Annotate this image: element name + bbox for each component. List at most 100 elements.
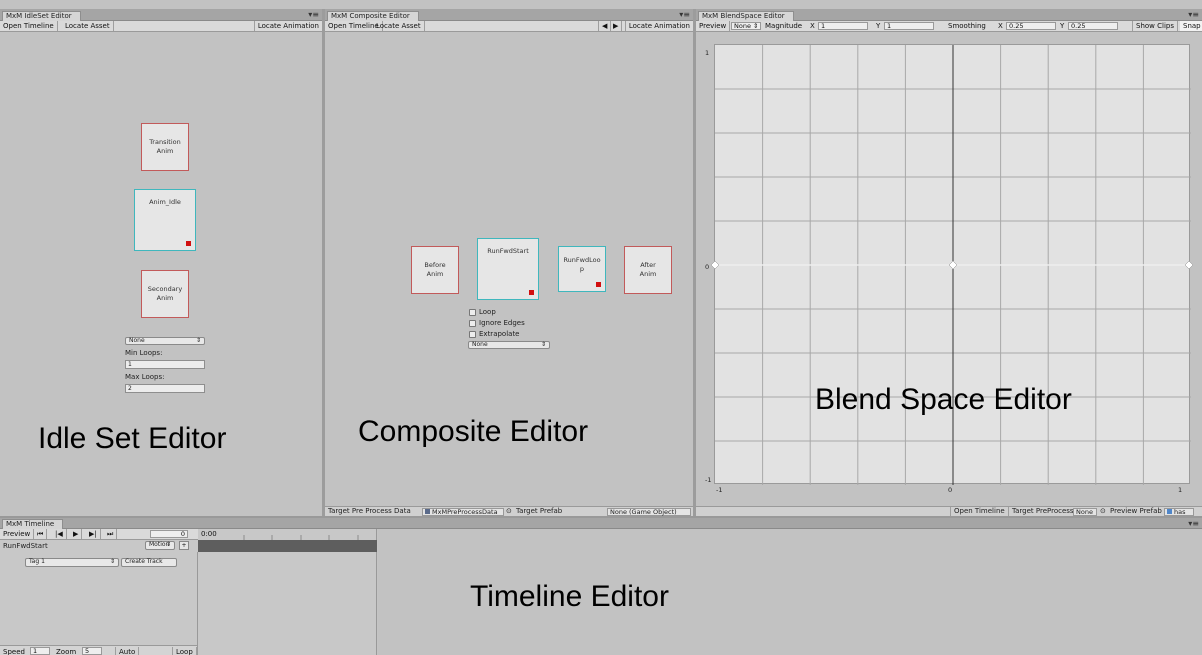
before-anim-node[interactable]: Before Anim	[411, 246, 459, 294]
asset-icon	[425, 509, 430, 514]
target-preprocess-field[interactable]: None	[1073, 508, 1097, 516]
anim-idle-node[interactable]: Anim_Idle	[134, 189, 196, 251]
panel-menu-icon[interactable]: ▾≡	[1188, 519, 1199, 529]
transition-anim-node[interactable]: Transition Anim	[141, 123, 189, 171]
target-preprocess-label: Target PreProcess	[1008, 507, 1074, 516]
after-anim-node[interactable]: After Anim	[624, 246, 672, 294]
locate-asset-button[interactable]: Locate Asset	[62, 21, 114, 31]
smoothing-label: Smoothing	[948, 22, 986, 30]
preview-button[interactable]: Preview	[0, 529, 35, 539]
loop-label: Loop	[479, 308, 496, 316]
magnitude-y-label: Y	[876, 22, 881, 30]
track-divider	[197, 552, 198, 655]
preview-dropdown[interactable]: None ⇕	[731, 22, 761, 30]
timeline-tab[interactable]: MxM Timeline	[2, 519, 64, 529]
loop-button[interactable]: Loop	[172, 647, 197, 655]
locate-asset-button[interactable]: Locate Asset	[373, 21, 425, 31]
frame-input[interactable]: 0	[150, 530, 188, 538]
secondary-anim-node[interactable]: Secondary Anim	[141, 270, 189, 318]
composite-tabbar: MxM Composite Editor ▾≡	[325, 9, 693, 21]
output-port-icon[interactable]	[186, 241, 191, 246]
idle-type-dropdown[interactable]: None ⇕	[125, 337, 205, 345]
timeline-editor-panel: MxM Timeline ▾≡ Preview ⏮ |◀ ▶ ▶| ⏭ 0 0:…	[0, 518, 1202, 655]
composite-type-dropdown[interactable]: None ⇕	[468, 341, 550, 349]
auto-button[interactable]: Auto	[115, 647, 140, 655]
blend-space-grid[interactable]	[710, 44, 1194, 485]
y-axis-top-label: 1	[705, 49, 710, 57]
target-prefab-field[interactable]: None (Game Object)	[607, 508, 691, 516]
dropdown-arrow-icon: ⇕	[540, 341, 546, 348]
locate-animation-button[interactable]: Locate Animation	[253, 21, 322, 31]
blend-point-center[interactable]	[948, 260, 958, 270]
max-loops-input[interactable]: 2	[125, 384, 205, 393]
run-fwd-start-node[interactable]: RunFwdStart	[477, 238, 539, 300]
smoothing-x-input[interactable]: 0.25	[1006, 22, 1056, 30]
dropdown-arrow-icon: ⇕	[753, 22, 759, 30]
tag-dropdown[interactable]: Tag 1 ⇕	[25, 558, 119, 567]
blend-space-editor-tab[interactable]: MxM BlendSpace Editor	[698, 11, 794, 21]
motion-dropdown[interactable]: Motion ⇕	[145, 541, 175, 550]
output-port-icon[interactable]	[529, 290, 534, 295]
idle-tabbar: MxM IdleSet Editor ▾≡	[0, 9, 322, 21]
zoom-input[interactable]: 5	[82, 647, 102, 655]
y-axis-mid-label: 0	[705, 263, 710, 271]
open-timeline-button[interactable]: Open Timeline	[0, 21, 58, 31]
first-frame-icon[interactable]: ⏮	[34, 529, 48, 539]
preview-prefab-field[interactable]: has	[1164, 508, 1194, 516]
magnitude-x-label: X	[810, 22, 815, 30]
panel-menu-icon[interactable]: ▾≡	[679, 10, 690, 20]
locate-animation-button[interactable]: Locate Animation	[624, 21, 693, 31]
speed-label: Speed	[3, 648, 25, 655]
timeline-transport-bar: Preview ⏮ |◀ ▶ ▶| ⏭ 0	[0, 529, 198, 540]
object-picker-icon[interactable]: ⊙	[506, 507, 512, 516]
min-loops-label: Min Loops:	[125, 349, 163, 357]
next-frame-icon[interactable]: ▶|	[86, 529, 101, 539]
panel-menu-icon[interactable]: ▾≡	[308, 10, 319, 20]
target-preprocess-field[interactable]: MxMPreProcessData	[422, 508, 504, 516]
x-axis-left-label: -1	[716, 486, 723, 494]
target-prefab-label: Target Prefab	[516, 507, 563, 515]
preview-button[interactable]: Preview	[696, 21, 731, 31]
y-axis-bottom-label: -1	[705, 476, 712, 484]
max-loops-label: Max Loops:	[125, 373, 165, 381]
ignore-edges-checkbox[interactable]	[469, 320, 476, 327]
play-icon[interactable]: ▶	[70, 529, 83, 539]
idle-toolbar: Open Timeline Locate Asset Locate Animat…	[0, 21, 322, 32]
create-track-button[interactable]: Create Track	[121, 558, 177, 567]
open-timeline-button[interactable]: Open Timeline	[950, 507, 1005, 516]
last-frame-icon[interactable]: ⏭	[104, 529, 118, 539]
output-port-icon[interactable]	[596, 282, 601, 287]
add-track-icon[interactable]: +	[179, 541, 189, 550]
blend-points-layer	[710, 260, 1194, 270]
zoom-label: Zoom	[56, 648, 77, 655]
clip-name-label: RunFwdStart	[3, 542, 48, 550]
timeline-tabbar: MxM Timeline ▾≡	[0, 518, 1202, 529]
composite-toolbar: Open Timeline Locate Asset ◀ ▶ Locate An…	[325, 21, 693, 32]
magnitude-x-input[interactable]: 1	[818, 22, 868, 30]
panel-menu-icon[interactable]: ▾≡	[1188, 10, 1199, 20]
next-clip-button[interactable]: ▶	[610, 21, 623, 31]
clip-track-bar[interactable]	[198, 540, 377, 552]
prefab-icon	[1167, 509, 1172, 514]
timeline-bottom-bar: Speed 1 Zoom 5 Auto Loop	[0, 645, 197, 655]
idle-set-editor-panel: MxM IdleSet Editor ▾≡ Open Timeline Loca…	[0, 9, 322, 516]
speed-input[interactable]: 1	[30, 647, 50, 655]
composite-statusbar: Target Pre Process Data MxMPreProcessDat…	[325, 506, 693, 516]
dropdown-arrow-icon: ⇕	[109, 558, 115, 565]
run-fwd-loop-node[interactable]: RunFwdLoo p	[558, 246, 606, 292]
dropdown-arrow-icon: ⇕	[195, 337, 201, 344]
extrapolate-label: Extrapolate	[479, 330, 520, 338]
idle-editor-tab[interactable]: MxM IdleSet Editor	[2, 11, 81, 21]
min-loops-input[interactable]: 1	[125, 360, 205, 369]
composite-editor-tab[interactable]: MxM Composite Editor	[327, 11, 419, 21]
extrapolate-checkbox[interactable]	[469, 331, 476, 338]
smoothing-x-label: X	[998, 22, 1003, 30]
object-picker-icon[interactable]: ⊙	[1100, 507, 1106, 516]
snap-toggle[interactable]: Snap	[1180, 21, 1202, 31]
timeline-editor-caption: Timeline Editor	[470, 580, 669, 613]
loop-checkbox[interactable]	[469, 309, 476, 316]
show-clips-button[interactable]: Show Clips	[1132, 21, 1178, 31]
magnitude-y-input[interactable]: 1	[884, 22, 934, 30]
smoothing-y-input[interactable]: 0.25	[1068, 22, 1118, 30]
prev-frame-icon[interactable]: |◀	[52, 529, 67, 539]
